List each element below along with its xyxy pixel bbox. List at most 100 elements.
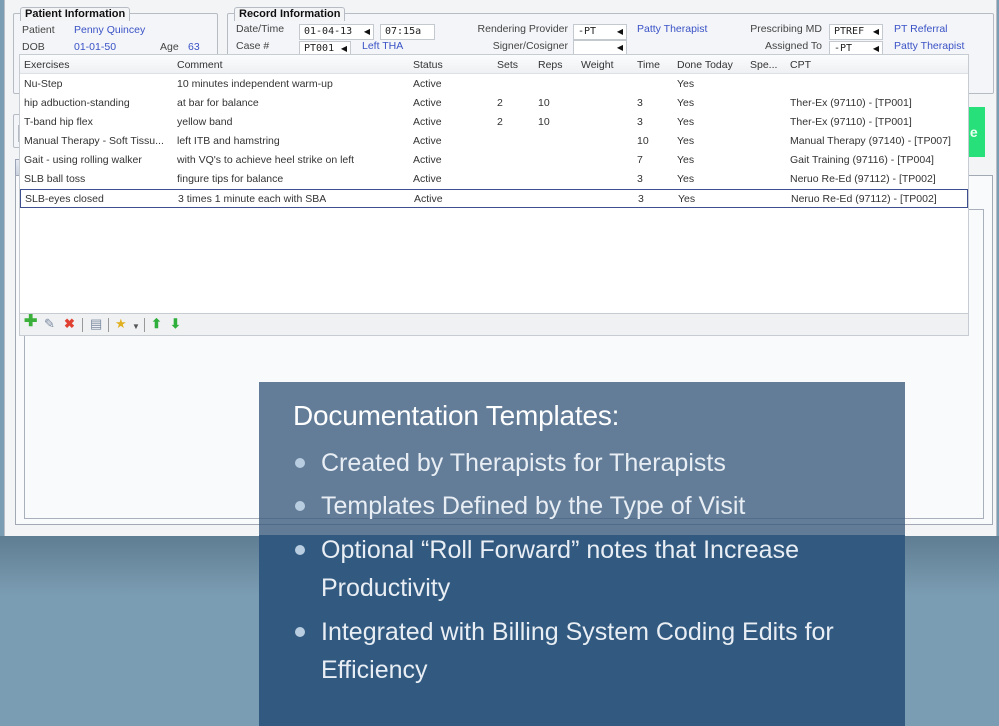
signer-label: Signer/Cosigner — [492, 40, 568, 52]
table-row[interactable]: T-band hip flex yellow band Active 2 10 3 Yes T… — [20, 113, 968, 132]
cell-cpt: Neruo Re-Ed (97112) - [TP002] — [791, 193, 937, 205]
dropdown-arrow-icon[interactable]: ◀ — [873, 25, 879, 39]
dob-label: DOB — [22, 41, 45, 53]
bullet-text: Optional “Roll Forward” notes that Incre… — [321, 536, 799, 602]
table-row[interactable]: hip adbuction-standing at bar for balance… — [20, 94, 968, 113]
documentation-templates-overlay: Documentation Templates: Created by Ther… — [259, 382, 905, 726]
cell-cpt: Gait Training (97116) - [TP004] — [790, 154, 934, 166]
column-header-reps[interactable]: Reps — [538, 59, 563, 71]
prescribing-md-name: PT Referral — [894, 23, 948, 35]
column-header-time[interactable]: Time — [637, 59, 660, 71]
datetime-label: Date/Time — [236, 23, 285, 35]
bullet-text: Created by Therapists for Therapists — [321, 449, 726, 477]
bullet-dot-icon — [295, 458, 305, 468]
cell-status: Active — [413, 135, 442, 147]
cell-cpt: Ther-Ex (97110) - [TP001] — [790, 116, 912, 128]
grid-toolbar: ✚ ✎ ✖ ▤ ★ ▼ ⬆ ⬇ — [19, 314, 969, 336]
toolbar-separator — [82, 318, 83, 332]
date-value: 01-04-13 — [304, 26, 353, 37]
cell-status: Active — [414, 193, 443, 205]
add-icon[interactable]: ✚ — [24, 314, 37, 330]
cell-status: Active — [413, 173, 442, 185]
cell-exercises: Manual Therapy - Soft Tissu... — [24, 135, 164, 147]
case-label: Case # — [236, 40, 270, 52]
favorites-icon[interactable]: ★ — [115, 317, 127, 331]
toolbar-separator — [144, 318, 145, 332]
cell-done-today: Yes — [677, 154, 695, 166]
column-header-cpt[interactable]: CPT — [790, 59, 811, 71]
move-down-icon[interactable]: ⬇ — [170, 317, 181, 331]
cell-reps: 10 — [538, 116, 550, 128]
time-value: 07:15a — [385, 26, 422, 37]
delete-icon[interactable]: ✖ — [64, 317, 75, 331]
table-row[interactable]: Nu-Step 10 minutes independent warm-up Act… — [20, 75, 968, 94]
dropdown-icon[interactable]: ▼ — [132, 320, 140, 334]
bullet-text: Integrated with Billing System Coding Ed… — [321, 618, 834, 684]
column-header-done-today[interactable]: Done Today — [677, 59, 733, 71]
dob-value: 01-01-50 — [74, 41, 117, 53]
exercises-grid: Exercises Comment Status Sets Reps Weigh… — [19, 54, 969, 314]
cell-cpt: Ther-Ex (97110) - [TP001] — [790, 97, 912, 109]
cell-time: 10 — [637, 135, 649, 147]
column-header-sets[interactable]: Sets — [497, 59, 518, 71]
case-value: PT001 — [304, 43, 335, 54]
cell-done-today: Yes — [678, 193, 696, 205]
cell-status: Active — [413, 78, 442, 90]
dropdown-arrow-icon[interactable]: ◀ — [364, 25, 370, 39]
cell-exercises: T-band hip flex — [24, 116, 93, 128]
cell-exercises: SLB-eyes closed — [25, 193, 104, 205]
cell-sets: 2 — [497, 116, 503, 128]
date-field[interactable]: 01-04-13 ◀ — [299, 24, 374, 40]
assigned-to-value: -PT — [834, 43, 853, 54]
patient-name[interactable]: Penny Quincey — [74, 24, 145, 36]
dropdown-arrow-icon[interactable]: ◀ — [617, 41, 623, 55]
column-header-exercises[interactable]: Exercises — [24, 59, 70, 71]
cell-comment: 3 times 1 minute each with SBA — [178, 193, 327, 205]
cell-time: 3 — [637, 173, 643, 185]
column-header-weight[interactable]: Weight — [581, 59, 614, 71]
cell-comment: left ITB and hamstring — [177, 135, 280, 147]
age-value: 63 — [188, 41, 200, 53]
assigned-to-label: Assigned To — [764, 40, 822, 52]
prescribing-md-field[interactable]: PTREF ◀ — [829, 24, 883, 40]
cell-comment: 10 minutes independent warm-up — [177, 78, 333, 90]
bullet-dot-icon — [295, 627, 305, 637]
cell-reps: 10 — [538, 97, 550, 109]
record-information-title: Record Information — [234, 7, 346, 21]
cell-comment: at bar for balance — [177, 97, 259, 109]
table-row[interactable]: Gait - using rolling walker with VQ's to … — [20, 151, 968, 170]
bullet-dot-icon — [295, 545, 305, 555]
column-header-comment[interactable]: Comment — [177, 59, 223, 71]
grid-header: Exercises Comment Status Sets Reps Weigh… — [20, 55, 968, 74]
cell-time: 3 — [637, 116, 643, 128]
table-row[interactable]: SLB ball toss fingure tips for balance Act… — [20, 170, 968, 189]
cell-time: 3 — [638, 193, 644, 205]
rendering-provider-field[interactable]: -PT ◀ — [573, 24, 627, 40]
cell-exercises: Nu-Step — [24, 78, 63, 90]
overlay-title: Documentation Templates: — [293, 400, 620, 431]
cell-exercises: SLB ball toss — [24, 173, 86, 185]
cell-comment: yellow band — [177, 116, 233, 128]
bullet-dot-icon — [295, 501, 305, 511]
patient-information-title: Patient Information — [20, 7, 131, 21]
time-field[interactable]: 07:15a — [380, 24, 435, 40]
cell-done-today: Yes — [677, 116, 695, 128]
column-header-special[interactable]: Spe... — [750, 59, 777, 71]
column-header-status[interactable]: Status — [413, 59, 443, 71]
cell-status: Active — [413, 154, 442, 166]
assigned-to-name: Patty Therapist — [894, 40, 965, 52]
rendering-provider-value: -PT — [578, 26, 597, 37]
table-row[interactable]: SLB-eyes closed 3 times 1 minute each wit… — [20, 189, 968, 208]
prescribing-md-label: Prescribing MD — [750, 23, 822, 35]
cell-status: Active — [413, 97, 442, 109]
cell-cpt: Neruo Re-Ed (97112) - [TP002] — [790, 173, 936, 185]
cell-time: 3 — [637, 97, 643, 109]
cell-comment: fingure tips for balance — [177, 173, 284, 185]
note-icon[interactable]: ▤ — [90, 317, 102, 331]
cell-exercises: Gait - using rolling walker — [24, 154, 142, 166]
move-up-icon[interactable]: ⬆ — [151, 317, 162, 331]
table-row[interactable]: Manual Therapy - Soft Tissu... left ITB a… — [20, 132, 968, 151]
edit-icon[interactable]: ✎ — [44, 317, 55, 331]
cell-done-today: Yes — [677, 135, 695, 147]
dropdown-arrow-icon[interactable]: ◀ — [617, 25, 623, 39]
